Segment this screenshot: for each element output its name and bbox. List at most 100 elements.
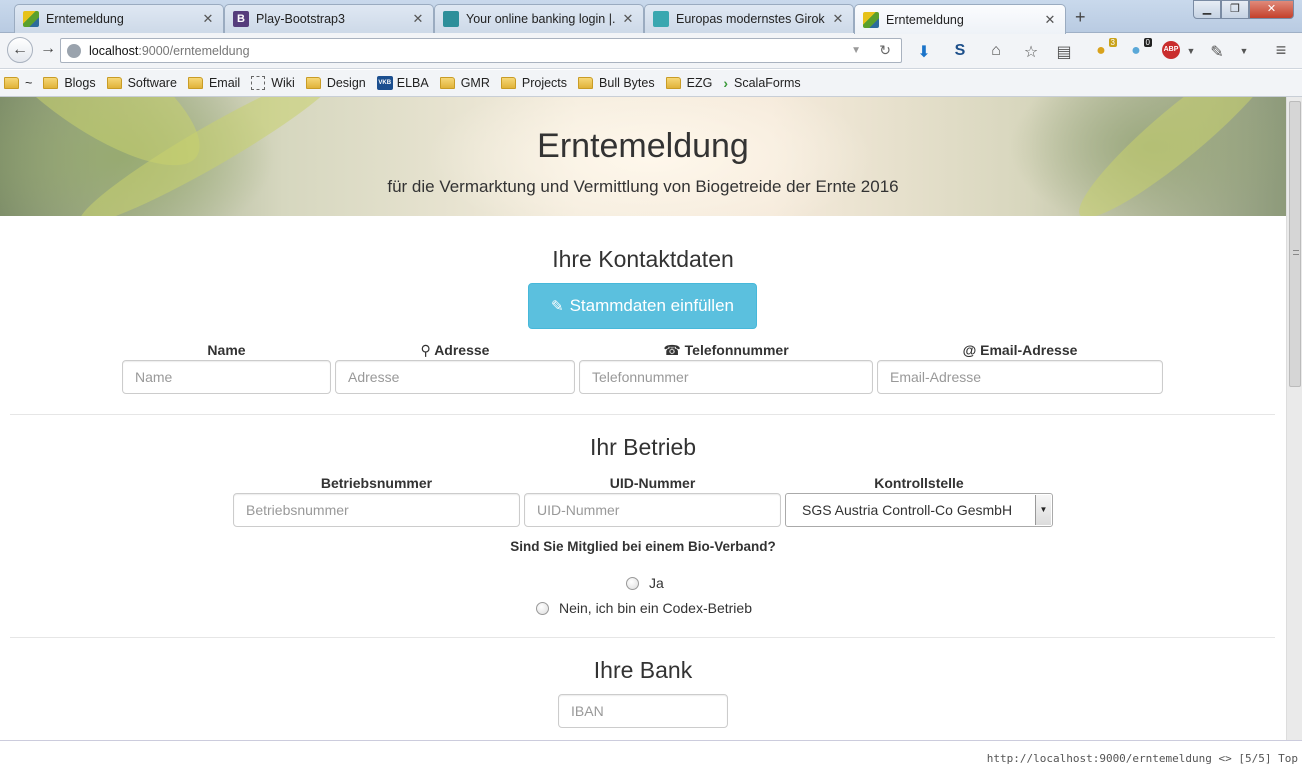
radio-button[interactable] (626, 576, 639, 590)
name-label: Name (207, 342, 246, 358)
page-subtitle: für die Vermarktung und Vermittlung von … (387, 177, 899, 196)
tab-erntemeldung-active[interactable]: Erntemeldung ✕ (854, 4, 1066, 34)
close-icon[interactable]: ✕ (1043, 12, 1057, 28)
uid-label: UID-Nummer (609, 475, 696, 491)
bookmark-gmr[interactable]: GMR (439, 76, 490, 90)
bookmark-email[interactable]: Email (187, 76, 240, 90)
tools-icon[interactable]: ✎ (1207, 42, 1227, 62)
tab-erntemeldung-1[interactable]: Erntemeldung ✕ (14, 4, 224, 33)
email-label: @ Email-Adresse (962, 342, 1078, 358)
window-close-button[interactable]: ✕ (1249, 0, 1294, 19)
control-body-select[interactable]: SGS Austria Controll-Co GesmbH ▼ (785, 493, 1053, 527)
vertical-scrollbar[interactable] (1286, 97, 1302, 740)
at-icon: @ (962, 342, 977, 358)
new-tab-button[interactable]: + (1075, 7, 1086, 28)
bookmark-wiki[interactable]: Wiki (251, 76, 295, 90)
close-icon[interactable]: ✕ (201, 11, 215, 27)
minimize-button[interactable]: ▁ (1193, 0, 1221, 19)
farm-section-title: Ihr Betrieb (589, 434, 697, 460)
close-icon[interactable]: ✕ (621, 11, 635, 27)
tab-bar: Erntemeldung ✕ B Play-Bootstrap3 ✕ Your … (0, 0, 1302, 34)
bookmark-star-icon[interactable]: ☆ (1021, 42, 1041, 62)
section-divider (10, 637, 1275, 638)
back-arrow-icon: ← (12, 41, 28, 58)
url-bar[interactable]: localhost:9000/erntemeldung ▼ ↻ (60, 38, 902, 63)
address-input[interactable]: Adresse (335, 360, 575, 394)
page-title: Erntemeldung (537, 127, 749, 165)
folder-icon (4, 77, 19, 89)
radio-option-no[interactable]: Nein, ich bin ein Codex-Betrieb (536, 600, 752, 616)
phone-icon: ☎ (663, 342, 681, 358)
window-controls: ▁ ❐ ✕ (1193, 0, 1294, 19)
vkb-icon: VKB (376, 76, 393, 90)
iban-input[interactable]: IBAN (558, 694, 728, 728)
bookmark-ezg[interactable]: EZG (665, 76, 712, 90)
reading-list-icon[interactable]: ▤ (1054, 42, 1074, 62)
tab-online-banking[interactable]: Your online banking login |... ✕ (434, 4, 644, 33)
bootstrap-favicon: B (233, 11, 249, 27)
forward-button[interactable]: → (35, 37, 61, 63)
folder-icon (187, 77, 203, 89)
hero-banner: Erntemeldung für die Vermarktung und Ver… (0, 97, 1286, 216)
maximize-button[interactable]: ❐ (1221, 0, 1249, 19)
fill-master-data-button[interactable]: ✎ Stammdaten einfüllen (528, 283, 757, 329)
adblock-icon[interactable]: ABP (1162, 41, 1182, 59)
home-icon[interactable]: ⌂ (986, 42, 1006, 60)
notification-icon[interactable]: ● 0 (1126, 38, 1152, 60)
reload-icon[interactable]: ↻ (879, 42, 891, 59)
folder-icon (500, 77, 516, 89)
globe-icon (67, 43, 81, 58)
section-divider (10, 414, 1275, 415)
bookmark-software[interactable]: Software (106, 76, 177, 90)
radio-button[interactable] (536, 601, 549, 615)
uid-input[interactable]: UID-Nummer (524, 493, 781, 527)
hamburger-menu-icon[interactable]: ≡ (1271, 40, 1291, 61)
tab-play-bootstrap[interactable]: B Play-Bootstrap3 ✕ (224, 4, 434, 33)
map-marker-icon: ⚲ (420, 342, 431, 358)
close-icon[interactable]: ✕ (831, 11, 845, 27)
folder-icon (665, 77, 681, 89)
folder-icon (305, 77, 321, 89)
erntemeldung-favicon (23, 11, 39, 27)
scrollbar-thumb[interactable] (1289, 101, 1301, 387)
bookmark-scalaforms[interactable]: › ScalaForms (723, 75, 800, 91)
bookmark-blogs[interactable]: Blogs (43, 76, 96, 90)
control-body-value: SGS Austria Controll-Co GesmbH (802, 502, 1013, 518)
tools-dropdown-icon[interactable]: ▼ (1234, 46, 1254, 56)
name-input[interactable]: Name (122, 360, 331, 394)
select-arrow-icon[interactable]: ▼ (1035, 495, 1051, 525)
tab-girokonto[interactable]: Europas modernstes Girok... ✕ (644, 4, 854, 33)
back-button[interactable]: ← (7, 37, 33, 63)
phone-input[interactable]: Telefonnummer (579, 360, 873, 394)
folder-icon (43, 77, 59, 89)
folder-icon (439, 77, 455, 89)
radio-option-yes[interactable]: Ja (626, 575, 664, 591)
bookmark-home[interactable]: ~ (4, 76, 32, 90)
notification-badge: 0 (1143, 38, 1152, 47)
control-body-label: Kontrollstelle (874, 475, 964, 491)
adblock-dropdown-icon[interactable]: ▼ (1181, 46, 1201, 56)
tab-label: Erntemeldung (886, 12, 964, 27)
pencil-icon: ✎ (550, 298, 564, 315)
status-text: http://localhost:9000/erntemeldung <> [5… (986, 752, 1298, 765)
bookmark-elba[interactable]: VKB ELBA (376, 76, 429, 90)
email-input[interactable]: Email-Adresse (877, 360, 1163, 394)
close-icon[interactable]: ✕ (411, 11, 425, 27)
addon-icon[interactable]: ● 3 (1091, 38, 1117, 60)
radio-label-no: Nein, ich bin ein Codex-Betrieb (559, 600, 752, 616)
url-host: localhost (89, 43, 139, 58)
bookmark-design[interactable]: Design (305, 76, 366, 90)
tab-label: Erntemeldung (46, 12, 124, 26)
phone-label: ☎ Telefonnummer (663, 342, 789, 358)
bookmark-projects[interactable]: Projects (500, 76, 567, 90)
addon-badge: 3 (1108, 38, 1117, 47)
status-bar: http://localhost:9000/erntemeldung <> [5… (0, 740, 1302, 768)
bookmark-bull-bytes[interactable]: Bull Bytes (578, 76, 655, 90)
dropdown-arrow-icon[interactable]: ▼ (851, 45, 861, 56)
address-label: ⚲ Adresse (420, 342, 490, 358)
s-addon-icon[interactable]: S (950, 42, 970, 60)
download-icon[interactable]: ⬇ (914, 42, 934, 62)
erntemeldung-favicon (863, 11, 879, 28)
folder-icon (578, 77, 594, 89)
farm-number-input[interactable]: Betriebsnummer (233, 493, 520, 527)
